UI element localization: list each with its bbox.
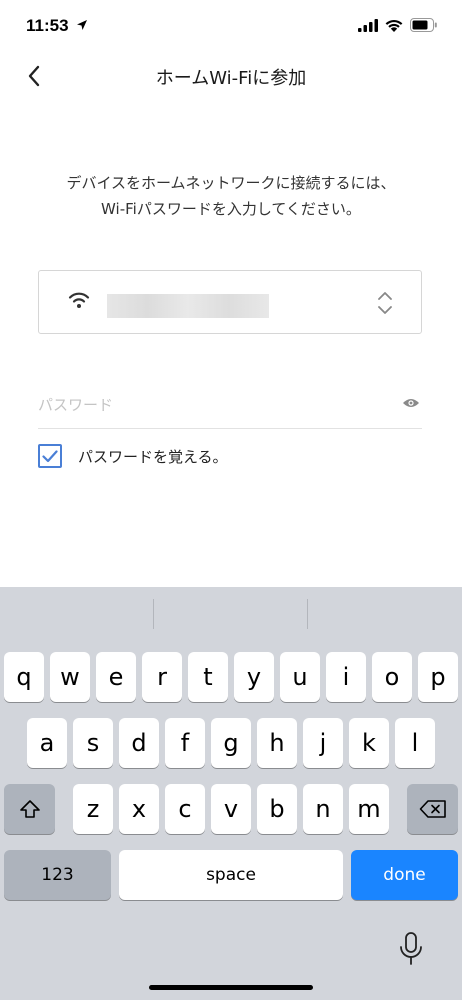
key-i[interactable]: i [326,652,366,702]
key-k[interactable]: k [349,718,389,768]
key-d[interactable]: d [119,718,159,768]
location-arrow-icon [77,20,88,30]
numbers-key[interactable]: 123 [4,850,111,900]
space-key[interactable]: space [119,850,343,900]
key-n[interactable]: n [303,784,343,834]
key-m[interactable]: m [349,784,389,834]
instruction-text: デバイスをホームネットワークに接続するには、 Wi-Fiパスワードを入力してくだ… [20,170,442,222]
key-e[interactable]: e [96,652,136,702]
predict-divider [307,599,308,629]
key-j[interactable]: j [303,718,343,768]
page-title: ホームWi-Fiに参加 [155,68,307,89]
predict-divider [153,599,154,629]
key-x[interactable]: x [119,784,159,834]
network-name-redacted [107,294,269,318]
key-p[interactable]: p [418,652,458,702]
key-t[interactable]: t [188,652,228,702]
key-w[interactable]: w [50,652,90,702]
key-s[interactable]: s [73,718,113,768]
done-key[interactable]: done [351,850,458,900]
wifi-icon [68,292,90,308]
key-v[interactable]: v [211,784,251,834]
status-time: 11:53 [26,16,88,36]
predictive-text-bar [0,587,462,637]
wifi-network-selector[interactable] [38,270,422,334]
cellular-signal-icon [358,18,378,32]
key-a[interactable]: a [27,718,67,768]
status-indicators [358,18,438,32]
key-r[interactable]: r [142,652,182,702]
remember-password-row: パスワードを覚える。 [38,442,228,470]
key-c[interactable]: c [165,784,205,834]
key-q[interactable]: q [4,652,44,702]
instruction-line-1: デバイスをホームネットワークに接続するには、 [66,174,396,192]
wifi-status-icon [385,19,403,32]
key-y[interactable]: y [234,652,274,702]
navigation-bar: ホームWi-Fiに参加 [0,52,462,100]
password-field-row [38,383,422,429]
remember-password-checkbox[interactable] [38,444,62,468]
key-b[interactable]: b [257,784,297,834]
microphone-icon[interactable] [398,931,424,967]
shift-key[interactable] [4,784,55,834]
password-input[interactable] [38,391,378,419]
chevron-up-down-icon [378,292,392,314]
eye-icon[interactable] [402,397,420,409]
on-screen-keyboard: q w e r t y u i o p a s d f g h j k l z … [0,587,462,1000]
checkmark-icon [42,449,58,462]
backspace-key[interactable] [407,784,458,834]
status-bar: 11:53 [0,0,462,52]
instruction-line-2: Wi-Fiパスワードを入力してください。 [101,200,361,218]
key-z[interactable]: z [73,784,113,834]
key-o[interactable]: o [372,652,412,702]
key-f[interactable]: f [165,718,205,768]
backspace-icon [419,800,446,818]
key-u[interactable]: u [280,652,320,702]
battery-icon [410,18,437,32]
clock-text: 11:53 [26,16,69,35]
remember-password-label: パスワードを覚える。 [78,447,228,466]
key-g[interactable]: g [211,718,251,768]
home-indicator [149,985,313,990]
shift-arrow-icon [19,800,40,818]
key-h[interactable]: h [257,718,297,768]
key-l[interactable]: l [395,718,435,768]
